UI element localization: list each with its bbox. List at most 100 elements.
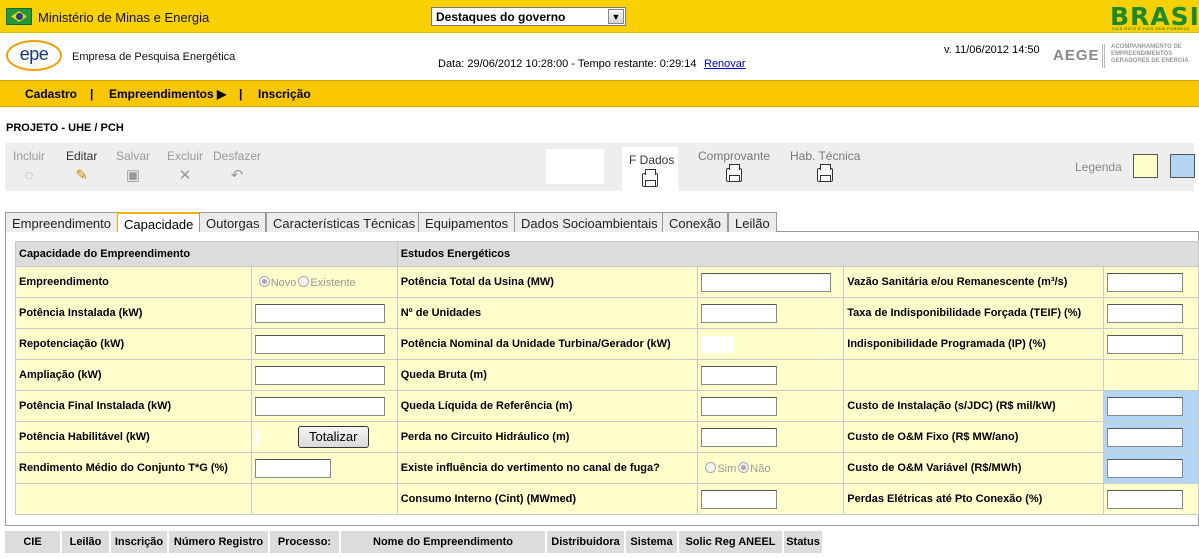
custo-instalacao-input[interactable] [1106, 396, 1183, 416]
fdados-button[interactable]: F Dados [622, 147, 678, 193]
results-table-header: CIE Leilão Inscrição Número Registro Pro… [5, 531, 824, 553]
desfazer-button[interactable]: Desfazer ↶ [213, 149, 261, 184]
header-estudos: Estudos Energéticos [396, 241, 1199, 267]
legend-yellow-swatch [1133, 154, 1158, 178]
empty-cell [250, 483, 398, 515]
tab-dados-socioambientais[interactable]: Dados Socioambientais [514, 212, 665, 232]
gov-select-value: Destaques do governo [436, 10, 566, 24]
menu-empreendimentos[interactable]: Empreendimentos ▶ [109, 87, 226, 101]
aege-divider [1102, 44, 1105, 68]
radio-existente-label: Existente [310, 276, 356, 289]
empty-cell [1102, 359, 1199, 391]
potencia-habilitavel-value [254, 428, 259, 446]
renew-session-link[interactable]: Renovar [704, 58, 746, 70]
version-text: v. 11/06/2012 14:50 [944, 44, 1040, 56]
queda-liquida-input[interactable] [701, 396, 778, 416]
menu-separator: | [90, 87, 94, 101]
epe-logo: epe [6, 40, 62, 71]
label-empreendimento: Empreendimento [15, 266, 252, 298]
session-info: Data: 29/06/2012 10:28:00 - Tempo restan… [438, 58, 697, 70]
excluir-button[interactable]: Excluir ✕ [167, 149, 203, 184]
label-consumo-interno: Consumo Interno (Cint) (MWmed) [396, 483, 699, 515]
custo-om-fixo-input[interactable] [1106, 427, 1183, 447]
label-rendimento-medio: Rendimento Médio do Conjunto T*G (%) [15, 452, 252, 484]
consumo-interno-input[interactable] [701, 489, 778, 509]
radio-novo-label: Novo [270, 276, 297, 289]
label-potencia-nominal: Potência Nominal da Unidade Turbina/Gera… [396, 328, 699, 360]
label-custo-om-variavel: Custo de O&M Variável (R$/MWh) [843, 452, 1104, 484]
tab-capacidade[interactable]: Capacidade [117, 212, 201, 233]
rendimento-medio-input[interactable] [254, 458, 331, 478]
vazao-sanitaria-input[interactable] [1106, 272, 1183, 292]
add-circle-icon: ◌ [24, 167, 34, 184]
tab-conexao[interactable]: Conexão [662, 212, 729, 232]
tab-equipamentos[interactable]: Equipamentos [418, 212, 516, 232]
menu-cadastro[interactable]: Cadastro [25, 87, 77, 101]
col-status: Status [783, 531, 824, 553]
col-solic-reg-aneel: Solic Reg ANEEL [678, 531, 784, 553]
label-ampliacao: Ampliação (kW) [15, 359, 252, 391]
repotenciacao-input[interactable] [254, 334, 385, 354]
menu-inscricao[interactable]: Inscrição [258, 87, 311, 101]
label-potencia-instalada: Potência Instalada (kW) [15, 297, 252, 329]
col-inscricao: Inscrição [110, 531, 169, 553]
radio-sim[interactable] [705, 461, 717, 473]
ministry-name: Ministério de Minas e Energia [38, 10, 210, 25]
label-num-unidades: Nº de Unidades [396, 297, 699, 329]
totalizar-button[interactable]: Totalizar [297, 426, 369, 448]
printer-icon [642, 169, 658, 190]
hab-tecnica-button[interactable]: Hab. Técnica [790, 149, 860, 186]
potencia-total-input[interactable] [701, 272, 832, 292]
label-custo-instalacao: Custo de Instalação (s/JDC) (R$ mil/kW) [843, 390, 1104, 422]
gov-highlights-select[interactable]: Destaques do governo ▼ [431, 7, 626, 26]
tab-leilao[interactable]: Leilão [728, 212, 777, 232]
hab-tecnica-label: Hab. Técnica [790, 149, 861, 163]
potencia-instalada-input[interactable] [254, 303, 385, 323]
tab-outorgas[interactable]: Outorgas [199, 212, 267, 232]
potencia-final-input[interactable] [254, 396, 385, 416]
perdas-eletricas-input[interactable] [1106, 489, 1183, 509]
main-menu: Cadastro | Empreendimentos ▶ | Inscrição [0, 80, 1199, 107]
col-leilao: Leilão [61, 531, 111, 553]
toolbar-blank-panel [546, 149, 604, 184]
potencia-nominal-value [701, 335, 735, 353]
ip-input[interactable] [1106, 334, 1183, 354]
salvar-label: Salvar [116, 149, 151, 163]
custo-om-variavel-input[interactable] [1106, 458, 1183, 478]
num-unidades-input[interactable] [701, 303, 778, 323]
radio-nao[interactable] [738, 461, 750, 473]
queda-bruta-input[interactable] [701, 365, 778, 385]
header-capacidade: Capacidade do Empreendimento [15, 241, 398, 267]
tab-caracteristicas-tecnicas[interactable]: Características Técnicas [266, 212, 423, 232]
radio-existente[interactable] [298, 275, 310, 287]
comprovante-button[interactable]: Comprovante [698, 149, 770, 186]
tab-empreendimento[interactable]: Empreendimento [5, 212, 118, 232]
printer-icon [698, 164, 770, 186]
label-queda-liquida: Queda Líquida de Referência (m) [396, 390, 699, 422]
page-title: PROJETO - UHE / PCH [6, 122, 124, 134]
printer-icon [790, 164, 860, 186]
desfazer-label: Desfazer [213, 149, 262, 163]
ampliacao-input[interactable] [254, 365, 385, 385]
col-nome-empreendimento: Nome do Empreendimento [340, 531, 547, 553]
label-perdas-eletricas: Perdas Elétricas até Pto Conexão (%) [843, 483, 1104, 515]
label-repotenciacao: Repotenciação (kW) [15, 328, 252, 360]
undo-icon: ↶ [230, 167, 244, 184]
radio-novo[interactable] [258, 275, 270, 287]
legend-blue-swatch [1170, 154, 1195, 178]
label-potencia-final: Potência Final Instalada (kW) [15, 390, 252, 422]
editar-label: Editar [66, 149, 98, 163]
empty-cell [843, 359, 1104, 391]
label-vazao-sanitaria: Vazão Sanitária e/ou Remanescente (m³/s) [843, 266, 1104, 298]
aege-subtitle: ACOMPANHAMENTO DE EMPREENDIMENTOS GERADO… [1111, 44, 1189, 64]
save-disk-icon: ▣ [125, 167, 141, 184]
salvar-button[interactable]: Salvar ▣ [116, 149, 150, 184]
radio-nao-label: Não [750, 462, 771, 475]
chevron-down-icon[interactable]: ▼ [608, 9, 624, 24]
teif-input[interactable] [1106, 303, 1183, 323]
aege-logo: AEGE [1053, 47, 1100, 64]
editar-button[interactable]: Editar ✎ [66, 149, 97, 184]
perda-circuito-input[interactable] [701, 427, 778, 447]
incluir-button[interactable]: Incluir ◌ [13, 149, 45, 184]
menu-separator: | [239, 87, 243, 101]
